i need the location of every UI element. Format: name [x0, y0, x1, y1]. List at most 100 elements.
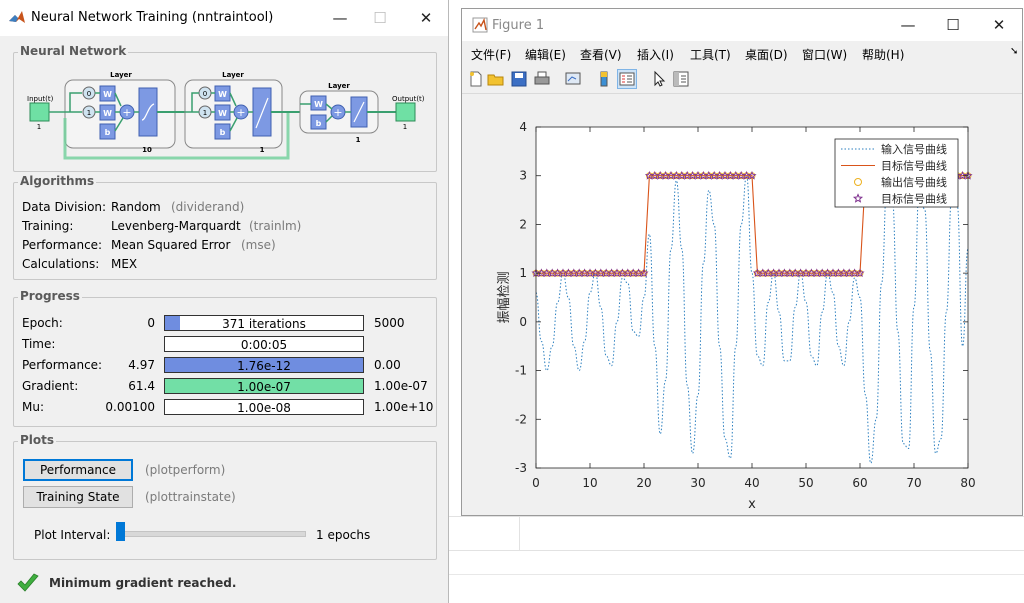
input-block — [29, 102, 50, 122]
y-tick-label: -2 — [515, 412, 527, 426]
colorbar-icon[interactable] — [595, 70, 613, 88]
menu-desktop[interactable]: 桌面(D) — [745, 46, 788, 63]
open-folder-icon[interactable] — [487, 70, 505, 88]
save-icon[interactable] — [510, 70, 528, 88]
layer2-label: Layer — [222, 71, 244, 79]
plot-interval-slider-track[interactable] — [116, 531, 306, 537]
y-tick-label: 3 — [519, 169, 527, 183]
menu-view[interactable]: 查看(V) — [580, 46, 622, 63]
progress-start-value: 4.97 — [128, 358, 155, 372]
layer3-size: 1 — [356, 136, 361, 144]
network-diagram: Input(t) 1 Layer 0 1 W W b + 10 Layer 0 … — [27, 71, 425, 160]
menu-help[interactable]: 帮助(H) — [862, 46, 904, 63]
svg-text:+: + — [236, 106, 245, 119]
menu-window[interactable]: 窗口(W) — [802, 46, 847, 63]
progress-bar: 0:00:05 — [164, 336, 364, 352]
progress-bar: 1.00e-08 — [164, 399, 364, 415]
algo-value: Random — [111, 200, 161, 214]
layer3-label: Layer — [328, 82, 350, 90]
minimize-button[interactable]: — — [891, 13, 925, 37]
legend-entry: 输入信号曲线 — [881, 142, 947, 156]
progress-bar-text: 371 iterations — [222, 317, 306, 331]
delay-0-label: 0 — [203, 90, 207, 98]
signal-chart[interactable]: 0 10 20 30 40 50 60 70 80 -3 -2 -1 0 1 2 3 4 x 振幅检测 输入信号曲线目… — [462, 95, 1022, 515]
y-tick-label: 1 — [519, 266, 527, 280]
svg-text:+: + — [333, 106, 342, 119]
progress-end-value: 1.00e+10 — [374, 400, 434, 414]
progress-bar: 1.00e-07 — [164, 378, 364, 394]
progress-bar-text: 0:00:05 — [240, 338, 288, 352]
algo-function: (dividerand) — [171, 200, 245, 214]
section-title: Algorithms — [18, 174, 97, 188]
maximize-button[interactable]: ☐ — [363, 6, 397, 30]
close-button[interactable]: ✕ — [409, 6, 443, 30]
x-tick-label: 40 — [744, 476, 759, 490]
delay-0-label: 0 — [87, 90, 91, 98]
algo-label: Data Division: — [22, 200, 107, 214]
title-bar[interactable]: Neural Network Training (nntraintool) — … — [0, 0, 448, 36]
x-tick-label: 0 — [532, 476, 540, 490]
input-size: 1 — [37, 123, 41, 131]
progress-label: Time: — [22, 337, 56, 351]
check-icon — [17, 573, 39, 592]
x-tick-label: 20 — [636, 476, 651, 490]
x-tick-label: 50 — [798, 476, 813, 490]
weight-label: W — [103, 109, 112, 118]
menu-file[interactable]: 文件(F) — [471, 46, 511, 63]
status-message: Minimum gradient reached. — [49, 576, 237, 590]
x-tick-label: 10 — [582, 476, 597, 490]
weight-label: W — [103, 90, 112, 99]
section-title: Progress — [18, 289, 82, 303]
input-label: Input(t) — [27, 95, 54, 103]
delay-1-label: 1 — [87, 109, 91, 117]
performance-plot-button[interactable]: Performance — [23, 459, 133, 481]
legend-icon[interactable] — [617, 69, 637, 89]
pointer-icon[interactable] — [650, 70, 668, 88]
property-editor-icon[interactable] — [672, 70, 690, 88]
svg-text:+: + — [122, 106, 131, 119]
plot-function: (plottrainstate) — [145, 490, 236, 504]
bias-label: b — [316, 119, 322, 128]
delay-1-label: 1 — [203, 109, 207, 117]
menu-insert[interactable]: 插入(I) — [637, 46, 674, 63]
y-axis-label: 振幅检测 — [497, 271, 512, 323]
maximize-button[interactable]: ☐ — [936, 13, 970, 37]
bias-label: b — [220, 128, 226, 137]
menu-bar: 文件(F) 编辑(E) 查看(V) 插入(I) 工具(T) 桌面(D) 窗口(W… — [462, 41, 1022, 65]
legend-entry: 目标信号曲线 — [881, 192, 947, 206]
section-title: Neural Network — [18, 44, 129, 58]
figure-title-bar[interactable]: Figure 1 — ☐ ✕ — [462, 9, 1022, 41]
nntraintool-window: Neural Network Training (nntraintool) — … — [0, 0, 449, 603]
algo-function: (mse) — [241, 238, 276, 252]
close-button[interactable]: ✕ — [982, 13, 1016, 37]
plot-interval-value: 1 epochs — [316, 528, 371, 542]
y-tick-label: -3 — [515, 461, 527, 475]
y-tick-label: -1 — [515, 364, 527, 378]
progress-label: Epoch: — [22, 316, 63, 330]
menu-overflow-icon[interactable]: ➘ — [1010, 46, 1018, 57]
progress-end-value: 5000 — [374, 316, 405, 330]
progress-end-value: 0.00 — [374, 358, 401, 372]
algo-value: Mean Squared Error — [111, 238, 231, 252]
progress-start-value: 0.00100 — [105, 400, 155, 414]
figure-window: Figure 1 — ☐ ✕ 文件(F) 编辑(E) 查看(V) 插入(I) 工… — [461, 8, 1023, 516]
figure-toolbar — [462, 67, 1022, 94]
weight-label: W — [218, 90, 227, 99]
weight-label: W — [314, 100, 323, 109]
progress-bar-text: 1.00e-08 — [237, 401, 291, 415]
window-title: Neural Network Training (nntraintool) — [31, 10, 274, 25]
training-state-plot-button[interactable]: Training State — [23, 486, 133, 508]
algo-function: (trainlm) — [249, 219, 302, 233]
plot-function: (plotperform) — [145, 463, 226, 477]
link-plot-icon[interactable] — [564, 70, 582, 88]
new-file-icon[interactable] — [467, 70, 485, 88]
progress-bar-fill — [165, 316, 180, 330]
print-icon[interactable] — [533, 70, 551, 88]
minimize-button[interactable]: — — [323, 6, 357, 30]
algo-value: MEX — [111, 257, 138, 271]
x-tick-label: 30 — [690, 476, 705, 490]
menu-tools[interactable]: 工具(T) — [690, 46, 731, 63]
x-tick-label: 70 — [906, 476, 921, 490]
plot-interval-slider-thumb[interactable] — [116, 522, 125, 541]
menu-edit[interactable]: 编辑(E) — [525, 46, 566, 63]
